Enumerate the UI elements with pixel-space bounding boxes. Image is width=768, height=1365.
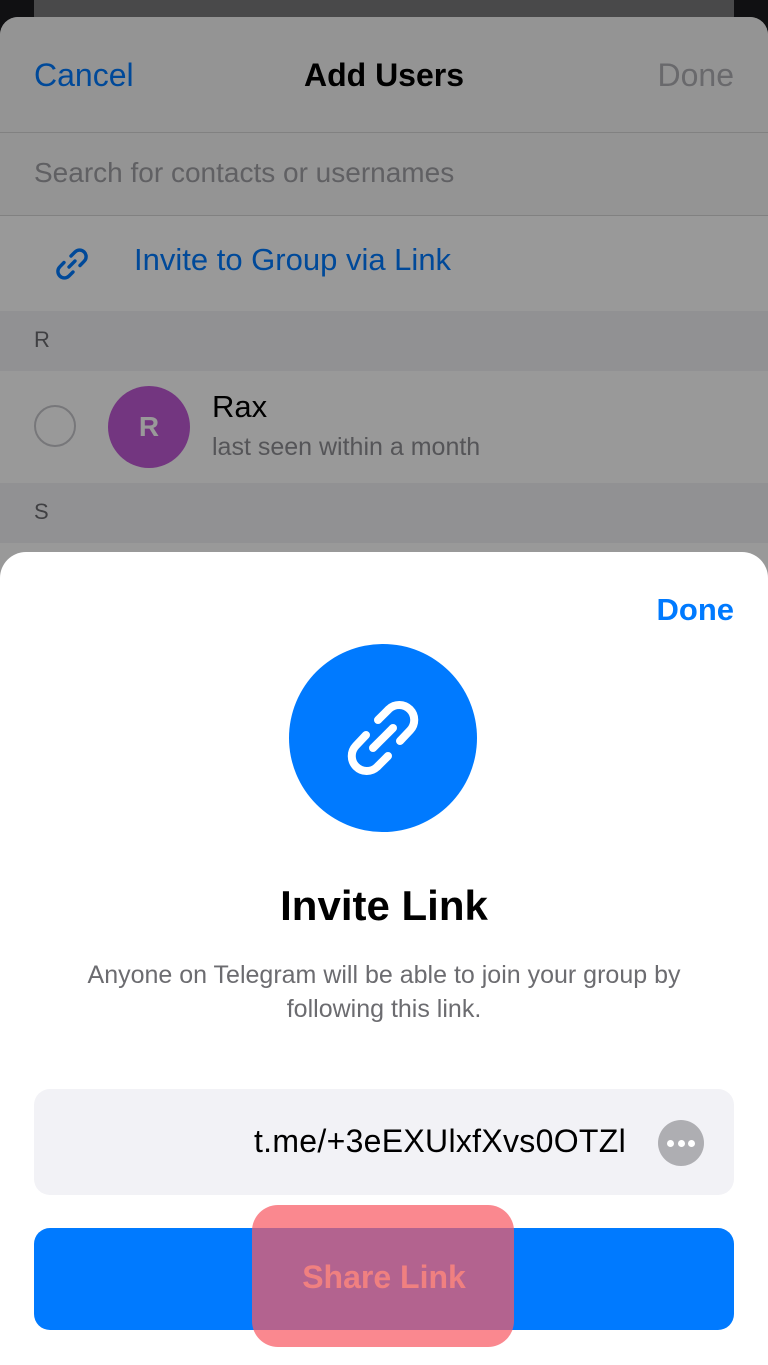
invite-link-sheet: Done Invite Link Anyone on Telegram will… [0, 552, 768, 1365]
invite-link-text: t.me/+3eEXUlxfXvs0OTZl [253, 1123, 626, 1159]
link-icon [347, 701, 419, 775]
share-link-label: Share Link [302, 1259, 466, 1295]
sheet-description: Anyone on Telegram will be able to join … [87, 961, 681, 1023]
sheet-done-button[interactable]: Done [657, 592, 735, 628]
sheet-title: Invite Link [280, 882, 488, 929]
link-icon-circle [289, 644, 477, 832]
more-options-icon[interactable] [658, 1120, 704, 1166]
invite-link-field[interactable]: t.me/+3eEXUlxfXvs0OTZl [34, 1089, 734, 1195]
